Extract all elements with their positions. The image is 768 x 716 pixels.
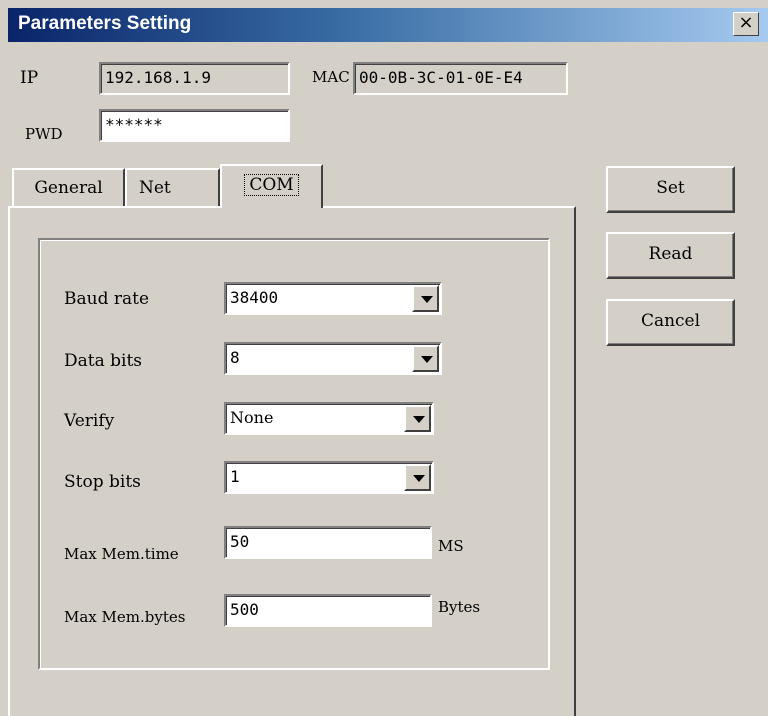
stop-bits-value: 1: [224, 461, 434, 494]
chevron-down-icon[interactable]: [412, 285, 439, 312]
data-bits-select[interactable]: 8: [224, 342, 442, 375]
stop-bits-select[interactable]: 1: [224, 461, 434, 494]
tab-net[interactable]: Net: [125, 168, 220, 208]
ip-label: IP: [20, 68, 39, 88]
verify-label: Verify: [64, 411, 115, 431]
baud-rate-value: 38400: [224, 282, 442, 315]
chevron-down-icon[interactable]: [412, 345, 439, 372]
close-icon: ×: [738, 12, 754, 33]
verify-value: None: [224, 402, 434, 435]
chevron-down-icon[interactable]: [404, 464, 431, 491]
max-mem-time-unit: MS: [438, 537, 464, 555]
close-button[interactable]: ×: [733, 12, 759, 36]
max-mem-bytes-unit: Bytes: [438, 598, 481, 616]
max-mem-bytes-input[interactable]: 500: [224, 594, 432, 627]
chevron-down-icon[interactable]: [404, 405, 431, 432]
verify-select[interactable]: None: [224, 402, 434, 435]
window-title: Parameters Setting: [18, 13, 192, 34]
baud-rate-label: Baud rate: [64, 289, 150, 309]
set-button[interactable]: Set: [606, 166, 735, 213]
tab-general[interactable]: General: [12, 168, 125, 208]
tab-com[interactable]: COM: [220, 164, 323, 208]
data-bits-value: 8: [224, 342, 442, 375]
max-mem-time-label: Max Mem.time: [64, 545, 179, 563]
baud-rate-select[interactable]: 38400: [224, 282, 442, 315]
ip-field[interactable]: 192.168.1.9: [99, 62, 290, 95]
tab-com-label: COM: [244, 174, 299, 196]
tab-net-label: Net: [139, 178, 171, 198]
cancel-button[interactable]: Cancel: [606, 299, 735, 346]
max-mem-bytes-label: Max Mem.bytes: [64, 608, 186, 626]
password-field[interactable]: ******: [99, 109, 290, 142]
tab-general-label: General: [34, 178, 103, 198]
max-mem-time-input[interactable]: 50: [224, 526, 432, 559]
read-button[interactable]: Read: [606, 232, 735, 279]
data-bits-label: Data bits: [64, 351, 143, 371]
title-bar: Parameters Setting: [8, 8, 768, 42]
mac-field[interactable]: 00-0B-3C-01-0E-E4: [353, 62, 568, 95]
stop-bits-label: Stop bits: [64, 472, 141, 492]
pwd-label: PWD: [25, 125, 63, 143]
mac-label: MAC: [312, 68, 350, 86]
